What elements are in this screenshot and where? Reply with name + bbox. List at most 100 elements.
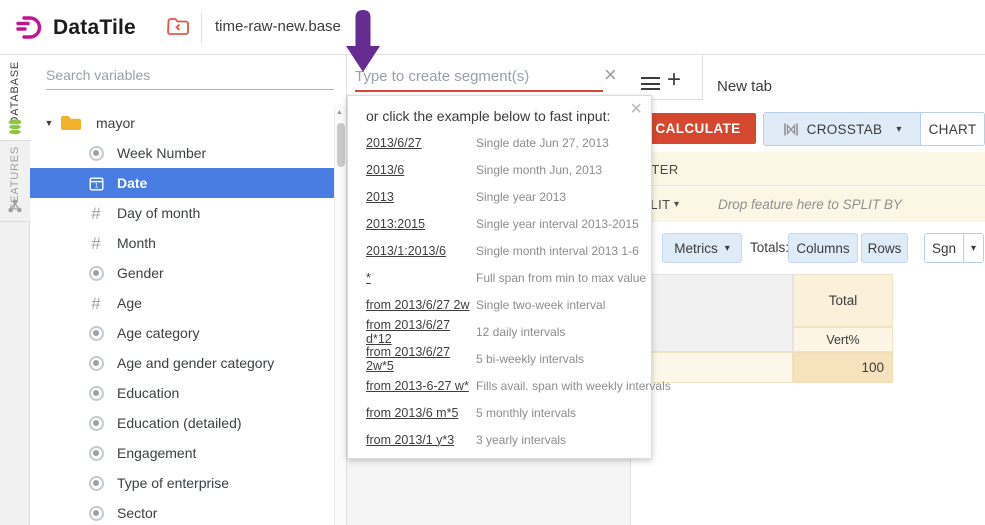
example-row[interactable]: from 2013/6/27 d*12 12 daily intervals [348, 318, 651, 345]
tree-item-type-of-enterprise[interactable]: Type of enterprise [30, 468, 335, 498]
totals-columns-button[interactable]: Columns [788, 233, 858, 263]
crosstab-label: CROSSTAB [807, 122, 883, 137]
tree-item-label: Sector [117, 505, 157, 521]
example-description: Single date Jun 27, 2013 [476, 136, 609, 150]
folder-back-icon[interactable] [167, 17, 190, 36]
hash-icon: # [91, 235, 100, 252]
example-code-link[interactable]: from 2013-6-27 w* [366, 379, 476, 393]
folder-label: mayor [96, 115, 135, 131]
sgn-caret-icon[interactable]: ▾ [964, 234, 983, 262]
example-code-link[interactable]: from 2013/6/27 2w*5 [366, 345, 476, 373]
segment-input[interactable] [355, 62, 603, 92]
example-row[interactable]: 2013:2015 Single year interval 2013-2015 [348, 210, 651, 237]
example-code-link[interactable]: from 2013/6/27 d*12 [366, 318, 476, 346]
tab-features[interactable]: FEATURES [0, 141, 30, 222]
app-header: DataTile time-raw-new.base [0, 0, 985, 55]
totals-label: Totals: [750, 240, 789, 255]
tree-item-label: Education (detailed) [117, 415, 242, 431]
example-code-link[interactable]: 2013/6 [366, 163, 476, 177]
tree-item-label: Age [117, 295, 142, 311]
example-code-link[interactable]: * [366, 271, 476, 285]
example-code-link[interactable]: 2013/6/27 [366, 136, 476, 150]
tree-folder-mayor[interactable]: ▼ mayor [30, 108, 335, 138]
example-row[interactable]: 2013 Single year 2013 [348, 183, 651, 210]
features-icon [8, 199, 22, 213]
radio-icon [89, 506, 104, 521]
example-code-link[interactable]: from 2013/6/27 2w [366, 298, 476, 312]
tree-item-label: Education [117, 385, 179, 401]
radio-icon [89, 386, 104, 401]
tree-item-sector[interactable]: Sector [30, 498, 335, 525]
example-code-link[interactable]: 2013 [366, 190, 476, 204]
example-row[interactable]: from 2013/6/27 2w Single two-week interv… [348, 291, 651, 318]
segment-suggestions-dropdown: × or click the example below to fast inp… [347, 95, 652, 459]
suggestions-title: or click the example below to fast input… [366, 108, 610, 124]
scrollbar-thumb[interactable] [337, 123, 345, 167]
sgn-button-group: Sgn ▾ [924, 233, 984, 263]
example-row[interactable]: from 2013/6 m*5 5 monthly intervals [348, 399, 651, 426]
radio-icon [89, 446, 104, 461]
example-row[interactable]: from 2013/1 y*3 3 yearly intervals [348, 426, 651, 453]
tree-item-week-number[interactable]: Week Number [30, 138, 335, 168]
example-description: Single year interval 2013-2015 [476, 217, 639, 231]
suggestions-list: 2013/6/27 Single date Jun 27, 2013 2013/… [348, 129, 651, 453]
crosstab-button[interactable]: CROSSTAB ▾ [764, 113, 921, 145]
tab-database-label: DATABASE [9, 61, 21, 124]
header-divider [201, 13, 202, 43]
example-code-link[interactable]: from 2013/1 y*3 [366, 433, 476, 447]
view-switcher: CROSSTAB ▾ CHART [763, 112, 985, 146]
tree-item-label: Age and gender category [117, 355, 274, 371]
example-description: 3 yearly intervals [476, 433, 566, 447]
close-icon[interactable]: × [630, 100, 642, 118]
filter-drop-zone[interactable]: FILTER [630, 152, 985, 186]
split-caret-icon[interactable]: ▾ [674, 199, 679, 210]
scrollbar-up-arrow[interactable]: ▲ [336, 109, 343, 116]
example-description: Full span from min to max value [476, 271, 646, 285]
example-code-link[interactable]: 2013/1:2013/6 [366, 244, 476, 258]
attention-arrow [343, 8, 383, 74]
tree-item-label: Month [117, 235, 156, 251]
tree-item-age[interactable]: # Age [30, 288, 335, 318]
split-drop-zone[interactable]: SPLIT ▾ Drop feature here to SPLIT BY [630, 187, 985, 222]
tree-scrollbar[interactable] [334, 106, 346, 525]
crosstab-caret-icon[interactable]: ▾ [896, 124, 901, 135]
calculate-button[interactable]: CALCULATE [640, 113, 756, 144]
totals-rows-button[interactable]: Rows [861, 233, 908, 263]
chart-button[interactable]: CHART [921, 113, 984, 145]
logo[interactable]: DataTile [16, 14, 136, 41]
tree-item-age-and-gender-category[interactable]: Age and gender category [30, 348, 335, 378]
example-description: 5 bi-weekly intervals [476, 352, 584, 366]
example-row[interactable]: * Full span from min to max value [348, 264, 651, 291]
example-row[interactable]: from 2013-6-27 w* Fills avail. span with… [348, 372, 651, 399]
logo-text: DataTile [53, 16, 136, 40]
menu-icon[interactable] [641, 77, 660, 90]
example-code-link[interactable]: from 2013/6 m*5 [366, 406, 476, 420]
example-row[interactable]: from 2013/6/27 2w*5 5 bi-weekly interval… [348, 345, 651, 372]
tab-new-tab[interactable]: New tab [717, 78, 772, 95]
table-value-cell: 100 [793, 352, 893, 383]
chevron-down-icon[interactable]: ▼ [42, 118, 56, 128]
add-tab-button[interactable]: + [667, 66, 681, 94]
tree-item-education-detailed[interactable]: Education (detailed) [30, 408, 335, 438]
tree-item-age-category[interactable]: Age category [30, 318, 335, 348]
radio-icon [89, 356, 104, 371]
example-code-link[interactable]: 2013:2015 [366, 217, 476, 231]
table-metric-header: Vert% [793, 327, 893, 352]
table-column-header: Total [793, 274, 893, 327]
tree-item-label: Day of month [117, 205, 200, 221]
tree-item-gender[interactable]: Gender [30, 258, 335, 288]
clear-input-icon[interactable]: × [604, 64, 617, 86]
search-input[interactable] [46, 60, 334, 90]
metrics-button[interactable]: Metrics ▾ [662, 233, 742, 263]
tree-item-engagement[interactable]: Engagement [30, 438, 335, 468]
tab-database[interactable]: DATABASE [0, 55, 31, 141]
sgn-button[interactable]: Sgn [925, 234, 964, 262]
tree-item-education[interactable]: Education [30, 378, 335, 408]
example-row[interactable]: 2013/6 Single month Jun, 2013 [348, 156, 651, 183]
tree-item-day-of-month[interactable]: # Day of month [30, 198, 335, 228]
example-row[interactable]: 2013/6/27 Single date Jun 27, 2013 [348, 129, 651, 156]
tree-item-date-selected[interactable]: 1 Date [30, 168, 335, 198]
radio-icon [89, 416, 104, 431]
example-row[interactable]: 2013/1:2013/6 Single month interval 2013… [348, 237, 651, 264]
tree-item-month[interactable]: # Month [30, 228, 335, 258]
